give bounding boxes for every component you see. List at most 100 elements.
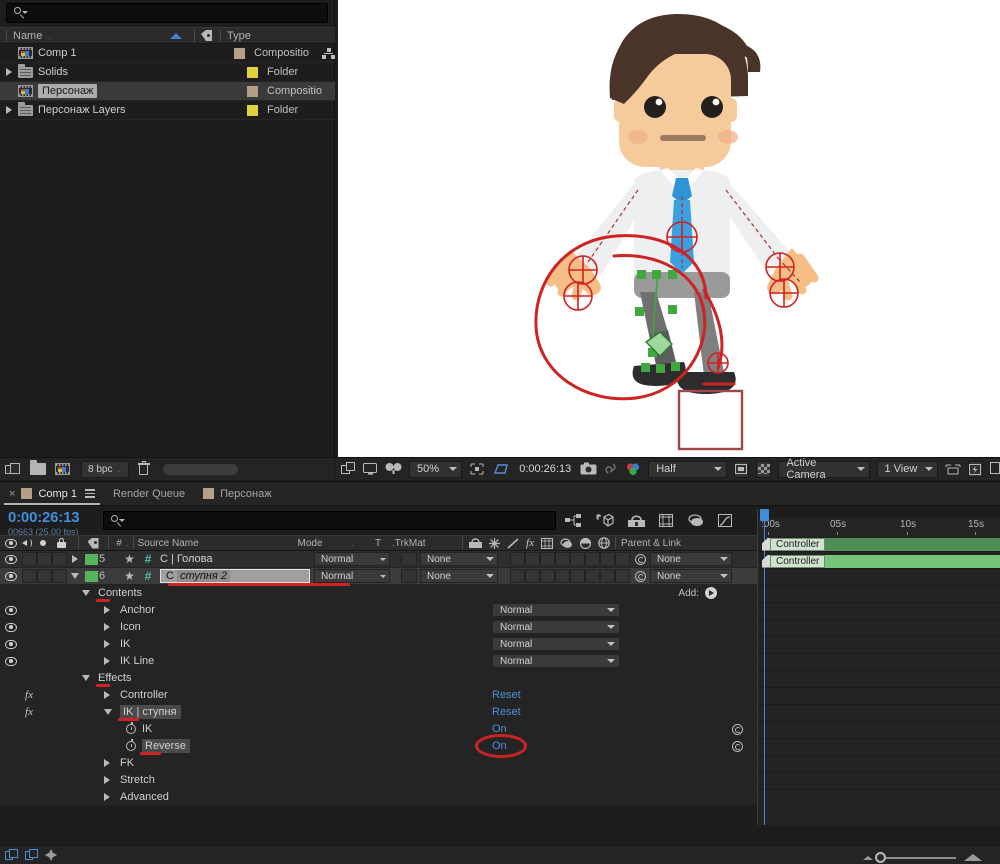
project-item-label[interactable]: Comp 1 xyxy=(38,47,234,59)
main-viewer-icon[interactable] xyxy=(363,462,378,477)
disclosure-triangle-icon[interactable] xyxy=(0,68,18,76)
layer-video-toggle[interactable] xyxy=(0,551,22,568)
layer-disclosure-icon[interactable] xyxy=(67,551,83,568)
property-name[interactable]: Reverse xyxy=(142,739,190,753)
property-name[interactable]: IK Line xyxy=(120,655,154,667)
property-video-toggle[interactable] xyxy=(0,653,22,670)
layer-t-toggle[interactable] xyxy=(401,552,417,566)
property-reset-link[interactable]: Reset xyxy=(492,689,521,701)
three-d-switch[interactable] xyxy=(615,569,630,583)
timeline-layer-row[interactable]: 5 ★ # C | Голова Normal None None xyxy=(0,551,757,568)
parent-pick-whip[interactable] xyxy=(630,551,650,568)
layer-bar-row[interactable]: Controller xyxy=(758,552,1000,569)
camera-select[interactable]: Active Camera xyxy=(778,457,870,481)
project-search[interactable] xyxy=(6,3,328,23)
layer-name[interactable]: C | Голова xyxy=(160,553,213,565)
project-item-row[interactable]: Comp 1 Compositio xyxy=(0,44,335,63)
collapse-switch[interactable] xyxy=(525,552,540,566)
hide-shy-layers-icon[interactable] xyxy=(628,514,645,528)
timeline-property-row[interactable]: Contents Add: xyxy=(0,585,757,602)
property-value-select[interactable]: Normal xyxy=(492,603,620,617)
property-name[interactable]: FK xyxy=(120,757,134,769)
layer-lock-toggle[interactable] xyxy=(52,569,67,583)
property-value-select[interactable]: Normal xyxy=(492,620,620,634)
timeline-property-row[interactable]: IK Normal xyxy=(0,636,757,653)
layer-solo-toggle[interactable] xyxy=(37,552,52,566)
parent-pick-whip[interactable] xyxy=(630,568,650,585)
project-item-row[interactable]: Персонаж Compositio xyxy=(0,82,335,101)
playhead-line[interactable] xyxy=(764,535,765,825)
timeline-graph-area[interactable]: Controller Controller xyxy=(757,535,1000,825)
timeline-property-row[interactable]: fx Controller Reset xyxy=(0,687,757,704)
property-name[interactable]: Advanced xyxy=(120,791,169,803)
zoom-knob[interactable] xyxy=(875,851,886,863)
property-name[interactable]: Anchor xyxy=(120,604,155,616)
timeline-property-row[interactable]: Reverse On xyxy=(0,734,757,758)
motion-blur-switch[interactable] xyxy=(585,569,600,583)
property-name[interactable]: IK xyxy=(142,723,152,735)
property-disclosure-icon[interactable] xyxy=(104,636,120,653)
layer-bar-fill[interactable] xyxy=(824,554,1000,568)
property-value-select[interactable]: Normal xyxy=(492,637,620,651)
enable-frame-blending-icon[interactable] xyxy=(659,513,674,528)
bit-depth-button[interactable]: 8 bpc . xyxy=(81,460,129,478)
adjustment-switch[interactable] xyxy=(600,552,615,566)
show-snapshot-icon[interactable] xyxy=(604,462,618,477)
effects-switch[interactable] xyxy=(555,569,570,583)
layer-trkmat-select[interactable]: None xyxy=(420,552,498,566)
timeline-tab[interactable]: × Comp 1 xyxy=(0,482,104,506)
timeline-zoom-slider[interactable] xyxy=(863,851,982,863)
layer-trkmat-select[interactable]: None xyxy=(420,569,498,583)
composition-mini-flowchart-icon[interactable] xyxy=(565,513,582,528)
current-time-display[interactable]: 0:00:26:13 xyxy=(8,509,80,526)
project-settings-icon[interactable] xyxy=(55,463,70,475)
property-name[interactable]: IK xyxy=(120,638,130,650)
property-value-select[interactable]: Normal xyxy=(492,654,620,668)
project-column-type[interactable]: Type xyxy=(227,30,297,42)
timeline-property-row[interactable]: IK Line Normal xyxy=(0,653,757,670)
composition-canvas[interactable] xyxy=(338,0,1000,467)
property-name[interactable]: Contents xyxy=(98,587,142,599)
timeline-layer-row[interactable]: 6 ★ # Cступня 2 Normal None None xyxy=(0,568,757,586)
pixel-aspect-correction-icon[interactable] xyxy=(945,462,961,477)
parent-link-column[interactable]: Parent & Link xyxy=(621,535,681,552)
timeline-ruler[interactable]: :00s 05s 10s 15s xyxy=(757,509,1000,537)
project-item-row[interactable]: Персонаж Layers Folder xyxy=(0,101,335,120)
take-snapshot-icon[interactable] xyxy=(580,462,597,477)
property-disclosure-icon[interactable] xyxy=(104,687,120,704)
frame-blend-icon[interactable] xyxy=(45,849,57,861)
graph-editor-icon[interactable] xyxy=(718,513,733,528)
solo-column-icon[interactable] xyxy=(40,535,57,552)
views-select[interactable]: 1 View xyxy=(876,460,938,478)
timeline-icon[interactable] xyxy=(990,461,1000,477)
layer-number-column[interactable]: # xyxy=(112,535,126,552)
layer-audio-toggle[interactable] xyxy=(22,569,37,583)
motion-blur-switch[interactable] xyxy=(585,552,600,566)
property-disclosure-icon[interactable] xyxy=(104,653,120,670)
layer-blend-mode-select[interactable]: Normal xyxy=(314,569,390,583)
layer-parent-select[interactable]: None xyxy=(650,552,732,566)
project-search-input[interactable] xyxy=(31,7,327,19)
expression-pick-whip[interactable] xyxy=(717,721,757,738)
draft-3d-icon[interactable] xyxy=(596,513,614,528)
audio-column-icon[interactable] xyxy=(22,535,40,552)
frame-blend-switch[interactable] xyxy=(570,569,585,583)
property-video-toggle[interactable] xyxy=(0,602,22,619)
disclosure-triangle-icon[interactable] xyxy=(0,106,18,114)
sort-ascending-icon[interactable] xyxy=(170,32,182,39)
playhead-ruler[interactable] xyxy=(760,509,769,535)
three-d-switch[interactable] xyxy=(615,552,630,566)
layer-duration-bar[interactable]: Controller xyxy=(762,537,1000,551)
layer-bar-fill[interactable] xyxy=(824,537,1000,551)
composition-button-icon[interactable] xyxy=(25,848,39,862)
property-name[interactable]: Controller xyxy=(120,689,168,701)
magnification-select[interactable]: 50% xyxy=(409,460,463,478)
property-disclosure-icon[interactable] xyxy=(104,789,120,806)
layer-t-toggle[interactable] xyxy=(401,569,417,583)
shy-switch[interactable] xyxy=(510,569,525,583)
layer-color-swatch[interactable] xyxy=(83,568,99,585)
collapse-switch[interactable] xyxy=(525,569,540,583)
layer-video-toggle[interactable] xyxy=(0,568,22,585)
layer-bar-row[interactable]: Controller xyxy=(758,535,1000,552)
project-item-row[interactable]: Solids Folder xyxy=(0,63,335,82)
